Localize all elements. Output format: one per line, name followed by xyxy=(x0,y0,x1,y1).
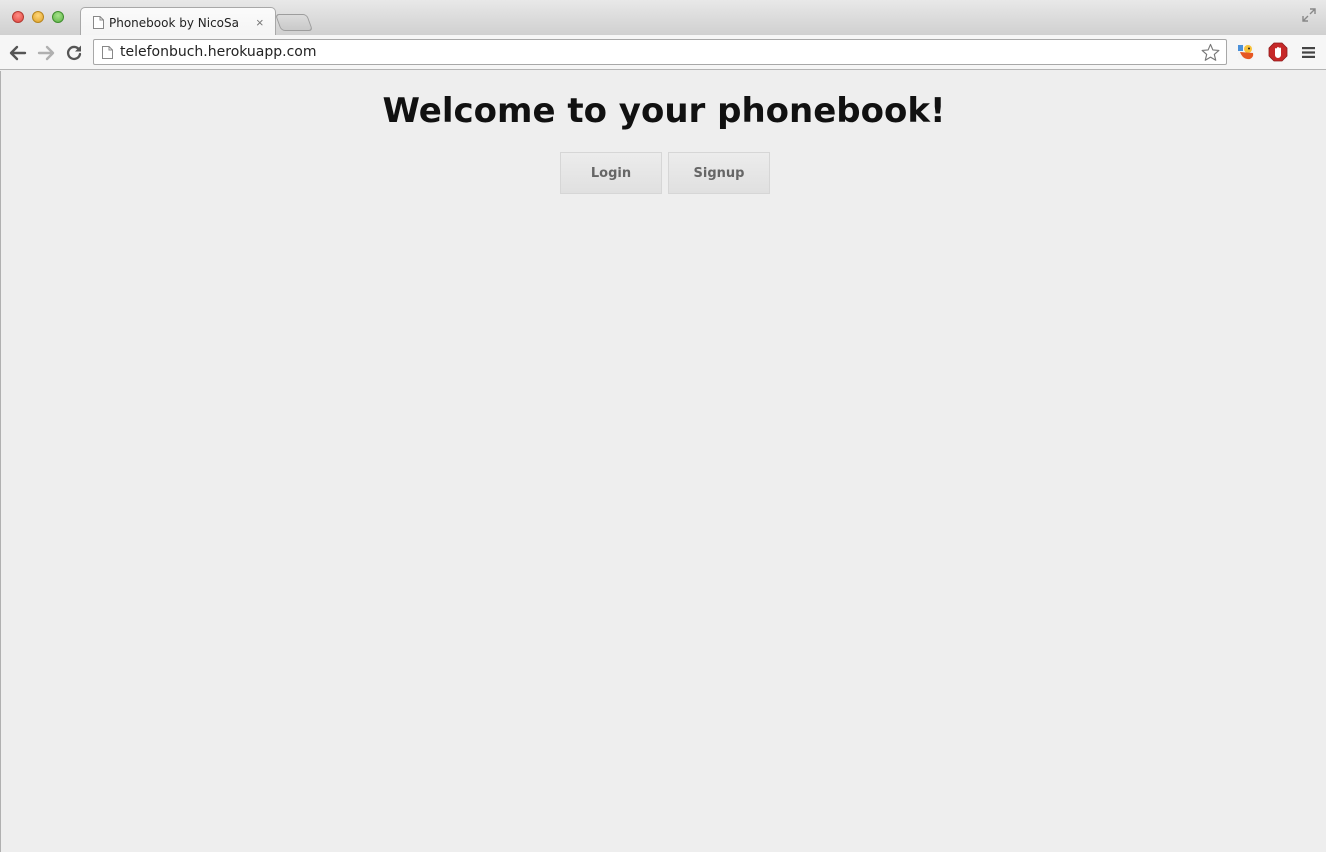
fullscreen-icon[interactable] xyxy=(1302,8,1316,22)
document-icon xyxy=(93,16,104,29)
adblock-stop-icon[interactable] xyxy=(1268,42,1288,62)
tab-close-icon[interactable]: × xyxy=(256,15,264,30)
back-arrow-icon[interactable] xyxy=(9,44,27,62)
menu-hamburger-icon[interactable] xyxy=(1302,46,1315,59)
forward-arrow-icon[interactable] xyxy=(37,44,55,62)
address-bar[interactable]: telefonbuch.herokuapp.com xyxy=(93,39,1227,65)
browser-toolbar: telefonbuch.herokuapp.com xyxy=(0,35,1326,70)
extension-duck-icon[interactable] xyxy=(1236,42,1256,62)
tab-title: Phonebook by NicoSa xyxy=(109,16,239,30)
close-window-button[interactable] xyxy=(12,11,24,23)
bookmark-star-icon[interactable] xyxy=(1201,43,1220,62)
minimize-window-button[interactable] xyxy=(32,11,44,23)
page-content: Welcome to your phonebook! Login Signup xyxy=(0,71,1326,852)
url-text[interactable]: telefonbuch.herokuapp.com xyxy=(120,44,317,60)
new-tab-button[interactable] xyxy=(274,14,314,31)
page-title: Welcome to your phonebook! xyxy=(382,91,946,131)
signup-button[interactable]: Signup xyxy=(668,152,770,194)
page-icon xyxy=(102,46,113,59)
reload-icon[interactable] xyxy=(65,44,83,62)
browser-tab[interactable]: Phonebook by NicoSa × xyxy=(80,7,276,36)
auth-buttons: Login Signup xyxy=(560,152,770,194)
zoom-window-button[interactable] xyxy=(52,11,64,23)
login-button[interactable]: Login xyxy=(560,152,662,194)
window-titlebar: Phonebook by NicoSa × xyxy=(0,0,1326,36)
